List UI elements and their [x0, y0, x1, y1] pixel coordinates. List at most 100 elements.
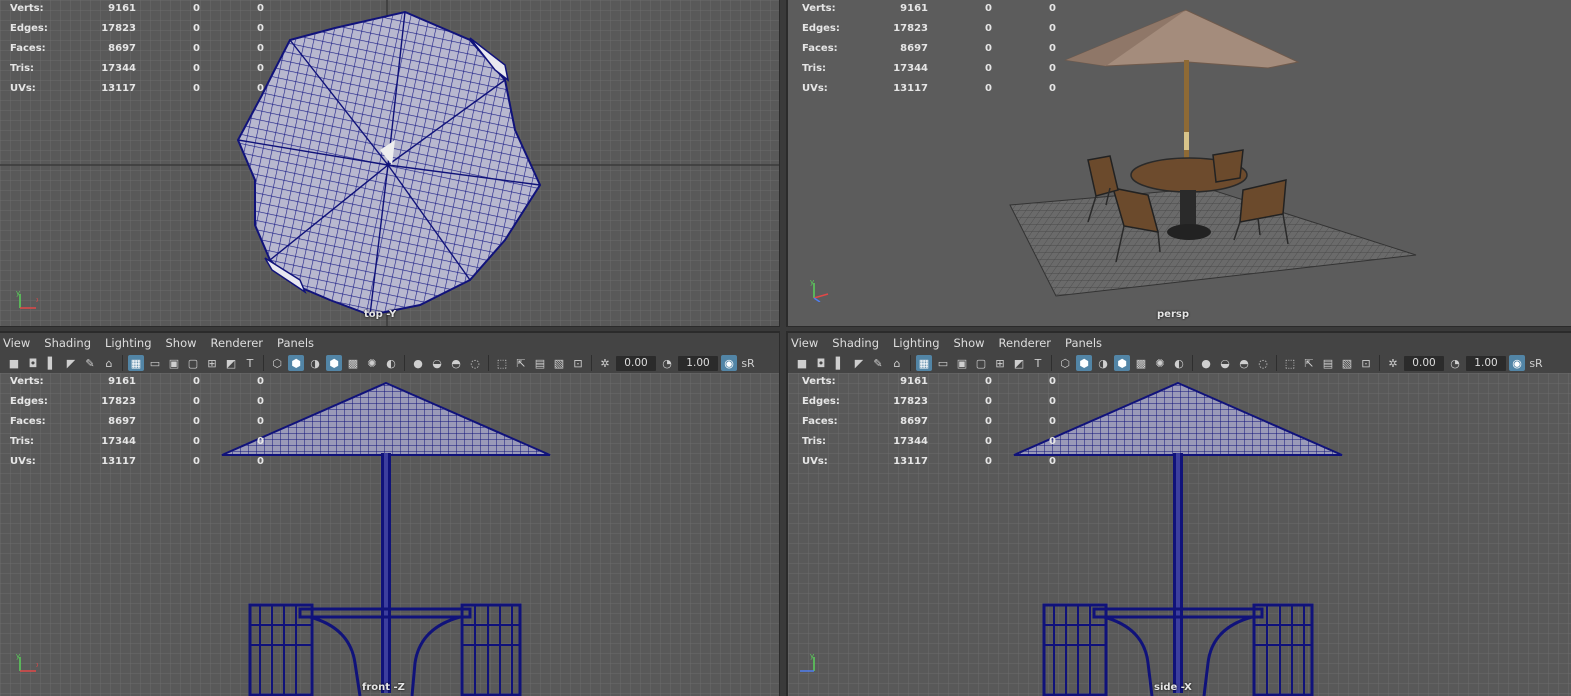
wireframe-icon[interactable]: ⬡ — [1057, 355, 1073, 371]
image-plane-icon[interactable]: ◤ — [851, 355, 867, 371]
default-material-icon[interactable]: ◑ — [307, 355, 323, 371]
menu-panels[interactable]: Panels — [277, 336, 314, 350]
field-chart-icon[interactable]: ⊞ — [992, 355, 1008, 371]
shadows-icon[interactable]: ◐ — [1171, 355, 1187, 371]
multisample-aa-icon[interactable]: ◓ — [448, 355, 464, 371]
wireframe-on-shaded-icon[interactable]: ⬢ — [1114, 355, 1130, 371]
viewport-side[interactable]: Verts: 9161 0 0 Edges: 17823 0 0 Faces: 8697 0 0 … — [788, 373, 1571, 696]
exposure-field[interactable]: 0.00 — [1404, 355, 1444, 371]
image-plane-icon[interactable]: ◤ — [63, 355, 79, 371]
camera-select-icon[interactable]: ■ — [6, 355, 22, 371]
depth-of-field-icon[interactable]: ◌ — [1255, 355, 1271, 371]
screen-space-ao-icon[interactable]: ● — [410, 355, 426, 371]
menu-renderer[interactable]: Renderer — [211, 336, 264, 350]
camera-attributes-icon[interactable]: ◘ — [813, 355, 829, 371]
camera-attributes-icon[interactable]: ◘ — [25, 355, 41, 371]
menu-shading[interactable]: Shading — [44, 336, 91, 350]
menu-renderer[interactable]: Renderer — [999, 336, 1052, 350]
bookmark-icon[interactable]: ▌ — [832, 355, 848, 371]
viewport-top[interactable]: Verts: 9161 0 0 Edges: 17823 0 0 Faces: 8697 0 0 … — [0, 0, 779, 326]
safe-title-icon[interactable]: T — [242, 355, 258, 371]
film-gate-icon[interactable]: ▭ — [147, 355, 163, 371]
viewport-persp[interactable]: Verts: 9161 0 0 Edges: 17823 0 0 Faces: 8697 0 0 … — [788, 0, 1571, 326]
grease-pencil-icon[interactable]: ⌂ — [101, 355, 117, 371]
xray-icon[interactable]: ⇱ — [1301, 355, 1317, 371]
grid-icon[interactable]: ▦ — [916, 355, 932, 371]
menu-view[interactable]: View — [791, 336, 818, 350]
wireframe-on-shaded-icon[interactable]: ⬢ — [326, 355, 342, 371]
isolate-select-icon[interactable]: ⬚ — [1282, 355, 1298, 371]
gamma-field[interactable]: 1.00 — [1466, 355, 1506, 371]
color-management-icon[interactable]: ◉ — [721, 355, 737, 371]
default-material-icon[interactable]: ◑ — [1095, 355, 1111, 371]
bookmark-icon[interactable]: ▌ — [44, 355, 60, 371]
xray-components-icon[interactable]: ⊡ — [1358, 355, 1374, 371]
exposure-icon[interactable]: ✲ — [597, 355, 613, 371]
two-d-pan-icon[interactable]: ✎ — [82, 355, 98, 371]
two-d-pan-icon[interactable]: ✎ — [870, 355, 886, 371]
screen-space-ao-icon[interactable]: ● — [1198, 355, 1214, 371]
svg-text:y: y — [16, 652, 20, 660]
panel-menubar-front: View Shading Lighting Show Renderer Pane… — [0, 333, 779, 353]
svg-text:x: x — [36, 296, 38, 304]
gamma-icon[interactable]: ◔ — [659, 355, 675, 371]
safe-title-icon[interactable]: T — [1030, 355, 1046, 371]
separator — [910, 355, 911, 371]
axis-gizmo-icon: y x — [16, 652, 38, 672]
exposure-field[interactable]: 0.00 — [616, 355, 656, 371]
isolate-select-icon[interactable]: ⬚ — [494, 355, 510, 371]
safe-action-icon[interactable]: ◩ — [223, 355, 239, 371]
menu-show[interactable]: Show — [954, 336, 985, 350]
menu-view[interactable]: View — [3, 336, 30, 350]
camera-select-icon[interactable]: ■ — [794, 355, 810, 371]
textured-icon[interactable]: ▩ — [345, 355, 361, 371]
xray-joints-icon[interactable]: ▧ — [551, 355, 567, 371]
color-management-icon[interactable]: ◉ — [1509, 355, 1525, 371]
menu-panels[interactable]: Panels — [1065, 336, 1102, 350]
menu-lighting[interactable]: Lighting — [893, 336, 939, 350]
viewport-front[interactable]: Verts: 9161 0 0 Edges: 17823 0 0 Faces: 8697 0 0 … — [0, 373, 779, 696]
motion-blur-icon[interactable]: ◒ — [429, 355, 445, 371]
depth-of-field-icon[interactable]: ◌ — [467, 355, 483, 371]
svg-text:y: y — [810, 278, 814, 286]
smooth-shade-icon[interactable]: ⬢ — [288, 355, 304, 371]
panel-divider-vertical[interactable] — [780, 0, 786, 696]
menu-show[interactable]: Show — [166, 336, 197, 350]
camera-label-top: top -Y — [364, 309, 397, 320]
gamma-icon[interactable]: ◔ — [1447, 355, 1463, 371]
resolution-gate-icon[interactable]: ▣ — [954, 355, 970, 371]
multisample-aa-icon[interactable]: ◓ — [1236, 355, 1252, 371]
view-transform-label[interactable]: sR — [1528, 355, 1544, 371]
grease-pencil-icon[interactable]: ⌂ — [889, 355, 905, 371]
separator — [122, 355, 123, 371]
panel-menubar-side: View Shading Lighting Show Renderer Pane… — [788, 333, 1571, 353]
field-chart-icon[interactable]: ⊞ — [204, 355, 220, 371]
resolution-gate-icon[interactable]: ▣ — [166, 355, 182, 371]
menu-lighting[interactable]: Lighting — [105, 336, 151, 350]
grid-icon[interactable]: ▦ — [128, 355, 144, 371]
safe-action-icon[interactable]: ◩ — [1011, 355, 1027, 371]
exposure-icon[interactable]: ✲ — [1385, 355, 1401, 371]
camera-label-front: front -Z — [362, 682, 405, 693]
smooth-shade-icon[interactable]: ⬢ — [1076, 355, 1092, 371]
lights-icon[interactable]: ✺ — [364, 355, 380, 371]
shadows-icon[interactable]: ◐ — [383, 355, 399, 371]
wireframe-icon[interactable]: ⬡ — [269, 355, 285, 371]
film-gate-icon[interactable]: ▭ — [935, 355, 951, 371]
gamma-field[interactable]: 1.00 — [678, 355, 718, 371]
gate-mask-icon[interactable]: ▢ — [185, 355, 201, 371]
xray-joints-icon[interactable]: ▧ — [1339, 355, 1355, 371]
view-transform-label[interactable]: sR — [740, 355, 756, 371]
menu-shading[interactable]: Shading — [832, 336, 879, 350]
xray-components-icon[interactable]: ⊡ — [570, 355, 586, 371]
xray-icon[interactable]: ⇱ — [513, 355, 529, 371]
panel-toolbar-front: ■ ◘ ▌ ◤ ✎ ⌂ ▦ ▭ ▣ ▢ ⊞ ◩ T ⬡ ⬢ ◑ ⬢ ▩ ✺ ◐ … — [0, 352, 779, 374]
motion-blur-icon[interactable]: ◒ — [1217, 355, 1233, 371]
lights-icon[interactable]: ✺ — [1152, 355, 1168, 371]
gate-mask-icon[interactable]: ▢ — [973, 355, 989, 371]
textured-icon[interactable]: ▩ — [1133, 355, 1149, 371]
xray-active-icon[interactable]: ▤ — [1320, 355, 1336, 371]
panel-divider-horizontal[interactable] — [0, 327, 1571, 331]
svg-text:y: y — [16, 290, 20, 297]
xray-active-icon[interactable]: ▤ — [532, 355, 548, 371]
